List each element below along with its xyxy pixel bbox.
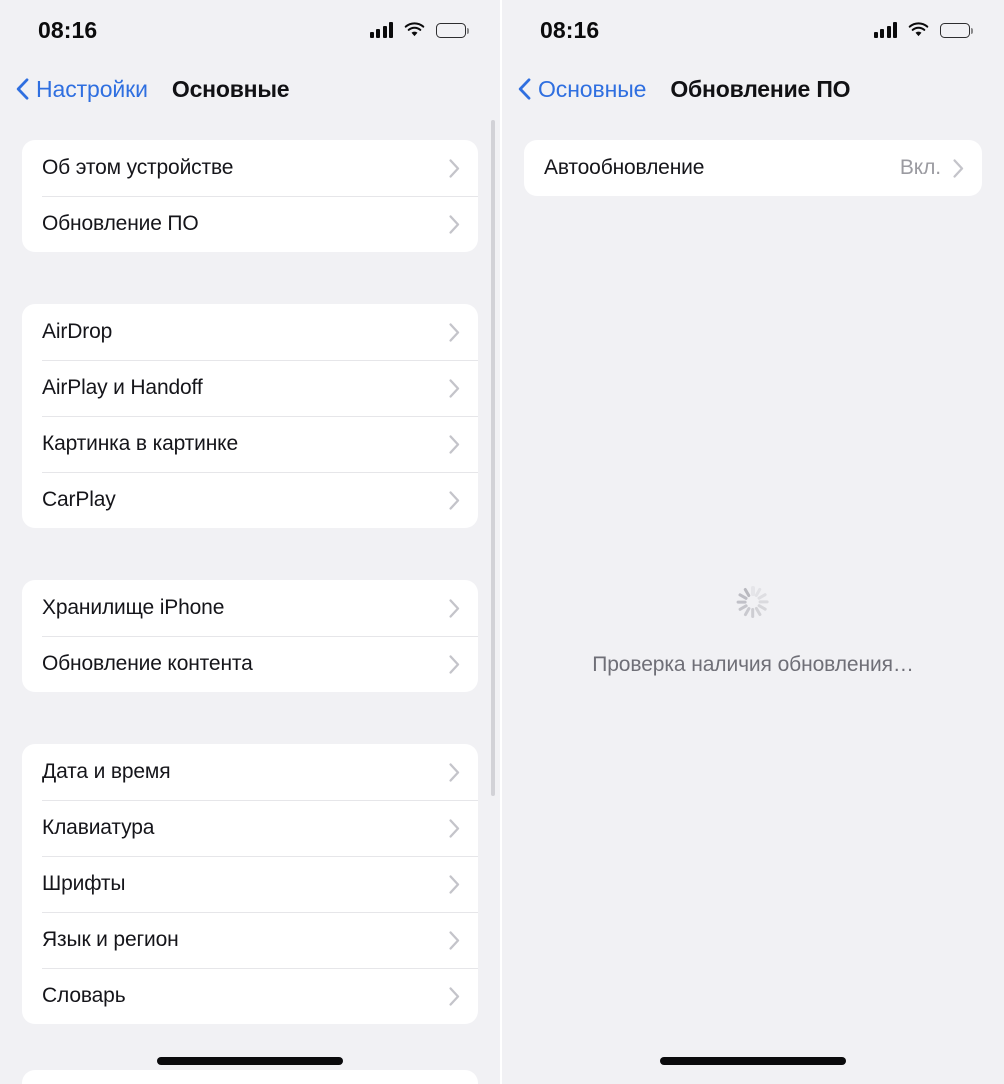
status-bar-icons <box>873 22 974 38</box>
left-status-bar: 08:16 <box>0 0 500 60</box>
page-title: Обновление ПО <box>670 75 851 102</box>
chevron-right-icon <box>449 762 460 782</box>
list-item-label: Словарь <box>42 984 126 1007</box>
partial-next-group <box>22 1070 478 1084</box>
dual-phone-screenshot: 08:16 Настройки Основные Об этом устройс… <box>0 0 1004 1084</box>
back-button-label: Основные <box>538 75 647 102</box>
left-phone-screen: 08:16 Настройки Основные Об этом устройс… <box>0 0 502 1084</box>
chevron-right-icon <box>449 930 460 950</box>
back-button-settings[interactable]: Настройки <box>16 76 148 103</box>
chevron-right-icon <box>449 490 460 510</box>
list-item-label: Автообновление <box>544 156 705 179</box>
status-bar-clock: 08:16 <box>540 16 600 43</box>
chevron-right-icon <box>449 874 460 894</box>
list-item[interactable]: Обновление ПО <box>22 196 478 252</box>
loading-message: Проверка наличия обновления… <box>592 653 914 676</box>
right-nav-bar: Основные Обновление ПО <box>502 60 1004 118</box>
list-item-label: Дата и время <box>42 760 171 783</box>
activity-spinner-icon <box>736 585 770 619</box>
home-indicator[interactable] <box>660 1057 846 1065</box>
settings-group: Автообновление Вкл. <box>524 140 982 196</box>
settings-group: Об этом устройстве Обновление ПО <box>22 140 478 252</box>
chevron-right-icon <box>449 214 460 234</box>
list-item[interactable]: Картинка в картинке <box>22 416 478 472</box>
list-item[interactable]: Хранилище iPhone <box>22 580 478 636</box>
page-title: Основные <box>171 75 290 102</box>
settings-group: AirDrop AirPlay и Handoff Картинка в кар… <box>22 304 478 528</box>
right-settings-list: Автообновление Вкл. <box>502 118 1004 196</box>
wifi-icon <box>908 22 929 38</box>
chevron-right-icon <box>449 986 460 1006</box>
list-item[interactable]: AirDrop <box>22 304 478 360</box>
list-item[interactable]: Обновление контента <box>22 636 478 692</box>
list-item[interactable]: CarPlay <box>22 472 478 528</box>
status-bar-icons <box>369 22 470 38</box>
update-check-status: Проверка наличия обновления… <box>502 585 1004 677</box>
list-item[interactable]: AirPlay и Handoff <box>22 360 478 416</box>
wifi-icon <box>404 22 425 38</box>
chevron-right-icon <box>449 322 460 342</box>
scroll-indicator[interactable] <box>491 120 495 796</box>
cellular-signal-icon <box>873 22 897 38</box>
list-item[interactable]: Дата и время <box>22 744 478 800</box>
chevron-right-icon <box>449 654 460 674</box>
cellular-signal-icon <box>369 22 393 38</box>
settings-group: Дата и время Клавиатура Шрифты Язык и ре… <box>22 744 478 1024</box>
list-item-label: Об этом устройстве <box>42 156 234 179</box>
right-status-bar: 08:16 <box>502 0 1004 60</box>
chevron-right-icon <box>449 158 460 178</box>
left-settings-list: Об этом устройстве Обновление ПО AirDrop… <box>0 118 500 1024</box>
list-item-label: Шрифты <box>42 872 126 895</box>
chevron-right-icon <box>449 434 460 454</box>
list-item[interactable]: Клавиатура <box>22 800 478 856</box>
chevron-left-icon <box>16 78 29 100</box>
status-bar-clock: 08:16 <box>38 16 98 43</box>
chevron-right-icon <box>449 378 460 398</box>
right-phone-screen: 08:16 Основные Обновление ПО Автообновле… <box>502 0 1004 1084</box>
list-item-label: AirPlay и Handoff <box>42 376 203 399</box>
list-item[interactable]: Словарь <box>22 968 478 1024</box>
chevron-right-icon <box>449 818 460 838</box>
list-item[interactable]: Шрифты <box>22 856 478 912</box>
list-item[interactable]: Язык и регион <box>22 912 478 968</box>
list-item-label: Картинка в картинке <box>42 432 238 455</box>
list-item-label: Обновление ПО <box>42 212 199 235</box>
left-nav-bar: Настройки Основные <box>0 60 500 118</box>
battery-icon <box>940 22 974 38</box>
list-item-label: Обновление контента <box>42 652 253 675</box>
list-item-label: CarPlay <box>42 488 116 511</box>
back-button-general[interactable]: Основные <box>518 76 646 103</box>
list-item-value: Вкл. <box>899 156 941 179</box>
back-button-label: Настройки <box>36 75 148 102</box>
settings-group: Хранилище iPhone Обновление контента <box>22 580 478 692</box>
list-item[interactable]: Об этом устройстве <box>22 140 478 196</box>
chevron-right-icon <box>953 158 964 178</box>
battery-icon <box>436 22 470 38</box>
home-indicator[interactable] <box>157 1057 343 1065</box>
list-item-label: AirDrop <box>42 320 113 343</box>
list-item-automatic-updates[interactable]: Автообновление Вкл. <box>524 140 982 196</box>
chevron-right-icon <box>449 598 460 618</box>
list-item-label: Клавиатура <box>42 816 155 839</box>
list-item-label: Язык и регион <box>42 928 179 951</box>
chevron-left-icon <box>518 78 531 100</box>
list-item-label: Хранилище iPhone <box>42 596 225 619</box>
